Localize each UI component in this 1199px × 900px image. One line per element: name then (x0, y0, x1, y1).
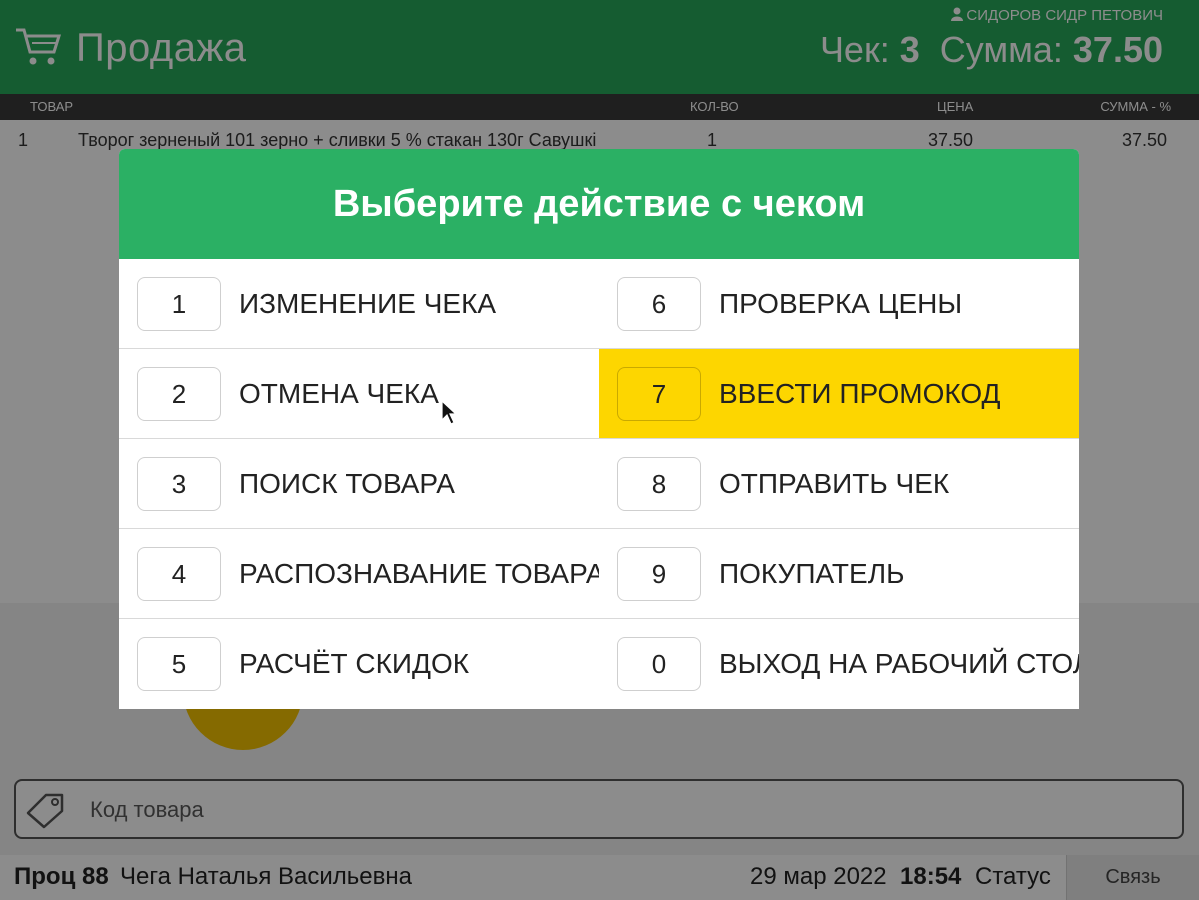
option-key: 1 (137, 277, 221, 331)
option-exit-to-desktop[interactable]: 0 ВЫХОД НА РАБОЧИЙ СТОЛ (599, 619, 1079, 709)
option-discount-calculation[interactable]: 5 РАСЧЁТ СКИДОК (119, 619, 599, 709)
option-label: ИЗМЕНЕНИЕ ЧЕКА (239, 288, 497, 319)
option-label: РАСЧЁТ СКИДОК (239, 648, 470, 679)
option-key: 5 (137, 637, 221, 691)
option-send-receipt[interactable]: 8 ОТПРАВИТЬ ЧЕК (599, 439, 1079, 529)
option-label: ПОИСК ТОВАРА (239, 468, 455, 499)
option-key: 0 (617, 637, 701, 691)
option-product-search[interactable]: 3 ПОИСК ТОВАРА (119, 439, 599, 529)
option-key: 7 (617, 367, 701, 421)
option-label: ВЫХОД НА РАБОЧИЙ СТОЛ (719, 648, 1079, 679)
option-key: 2 (137, 367, 221, 421)
option-label: ОТМЕНА ЧЕКА (239, 378, 439, 409)
option-key: 8 (617, 457, 701, 511)
receipt-action-dialog: Выберите действие с чеком 1 ИЗМЕНЕНИЕ ЧЕ… (119, 149, 1079, 709)
option-product-recognition[interactable]: 4 РАСПОЗНАВАНИЕ ТОВАРА (119, 529, 605, 619)
option-key: 4 (137, 547, 221, 601)
option-label: ПОКУПАТЕЛЬ (719, 558, 905, 589)
option-key: 9 (617, 547, 701, 601)
option-key: 6 (617, 277, 701, 331)
option-label: ВВЕСТИ ПРОМОКОД (719, 378, 1001, 409)
option-edit-receipt[interactable]: 1 ИЗМЕНЕНИЕ ЧЕКА (119, 259, 599, 349)
dialog-title: Выберите действие с чеком (119, 149, 1079, 259)
option-label: ПРОВЕРКА ЦЕНЫ (719, 288, 963, 319)
option-label: РАСПОЗНАВАНИЕ ТОВАРА (239, 558, 605, 589)
option-price-check[interactable]: 6 ПРОВЕРКА ЦЕНЫ (599, 259, 1079, 349)
option-customer[interactable]: 9 ПОКУПАТЕЛЬ (599, 529, 1079, 619)
option-label: ОТПРАВИТЬ ЧЕК (719, 468, 950, 499)
option-key: 3 (137, 457, 221, 511)
option-cancel-receipt[interactable]: 2 ОТМЕНА ЧЕКА (119, 349, 599, 439)
mouse-cursor-icon (441, 400, 457, 425)
action-options: 1 ИЗМЕНЕНИЕ ЧЕКА 2 ОТМЕНА ЧЕКА 3 ПОИСК Т… (119, 259, 1079, 709)
option-enter-promocode[interactable]: 7 ВВЕСТИ ПРОМОКОД (599, 349, 1079, 439)
